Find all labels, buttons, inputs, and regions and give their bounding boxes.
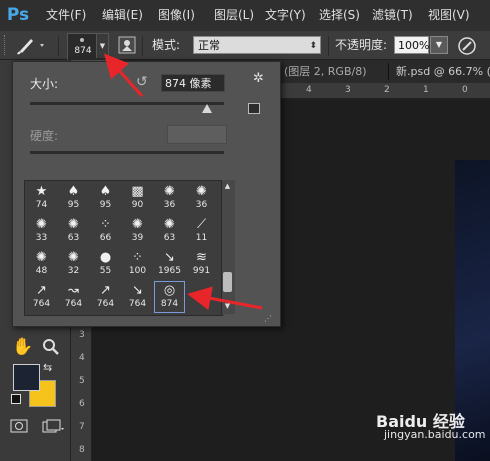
- annotation-arrows: [103, 53, 263, 311]
- annotation-arrow-selected-brush: [187, 286, 263, 311]
- annotation-arrow-preset: [103, 53, 144, 98]
- watermark-url: jingyan.baidu.com: [384, 428, 486, 441]
